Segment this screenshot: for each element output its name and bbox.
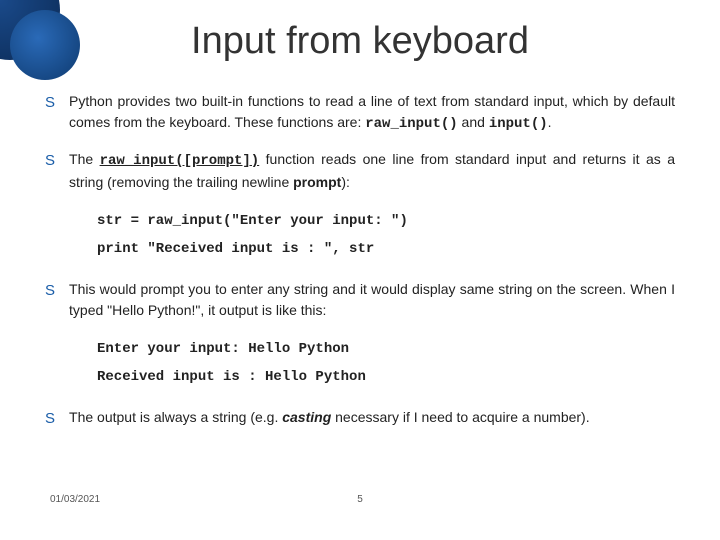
code-line: Enter your input: Hello Python — [97, 335, 675, 363]
bullet-item: S The output is always a string (e.g. ca… — [45, 407, 675, 431]
slide-content: S Python provides two built-in functions… — [45, 91, 675, 494]
bold-run: prompt — [293, 174, 341, 190]
bullet-marker-icon: S — [45, 150, 55, 193]
slide-footer: 01/03/2021 5 — [45, 494, 675, 510]
code-block: str = raw_input("Enter your input: ") pr… — [97, 207, 675, 263]
code-line: str = raw_input("Enter your input: ") — [97, 207, 675, 235]
slide: Input from keyboard S Python provides tw… — [0, 0, 720, 540]
text-run: . — [548, 114, 552, 130]
text-run: necessary if I need to acquire a number)… — [331, 409, 589, 425]
bullet-marker-icon: S — [45, 280, 55, 321]
footer-date: 01/03/2021 — [50, 494, 100, 505]
footer-page-number: 5 — [357, 494, 363, 505]
text-run: ): — [341, 174, 350, 190]
bullet-marker-icon: S — [45, 408, 55, 431]
slide-title: Input from keyboard — [45, 20, 675, 63]
code-line: Received input is : Hello Python — [97, 363, 675, 391]
code-line: print "Received input is : ", str — [97, 235, 675, 263]
code-run: input() — [489, 116, 548, 132]
code-run: raw_input([prompt]) — [100, 153, 260, 169]
code-block: Enter your input: Hello Python Received … — [97, 335, 675, 391]
bullet-item: S The raw_input([prompt]) function reads… — [45, 149, 675, 193]
bullet-item: S This would prompt you to enter any str… — [45, 279, 675, 321]
code-run: raw_input() — [365, 116, 457, 132]
bullet-item: S Python provides two built-in functions… — [45, 91, 675, 135]
bullet-text: This would prompt you to enter any strin… — [69, 279, 675, 321]
bullet-text: Python provides two built-in functions t… — [69, 91, 675, 135]
bold-run: casting — [282, 409, 331, 425]
bullet-text: The output is always a string (e.g. cast… — [69, 407, 675, 431]
text-run: The — [69, 151, 100, 167]
text-run: and — [458, 114, 489, 130]
bullet-text: The raw_input([prompt]) function reads o… — [69, 149, 675, 193]
text-run: The output is always a string (e.g. — [69, 409, 282, 425]
corner-decoration — [0, 0, 100, 100]
